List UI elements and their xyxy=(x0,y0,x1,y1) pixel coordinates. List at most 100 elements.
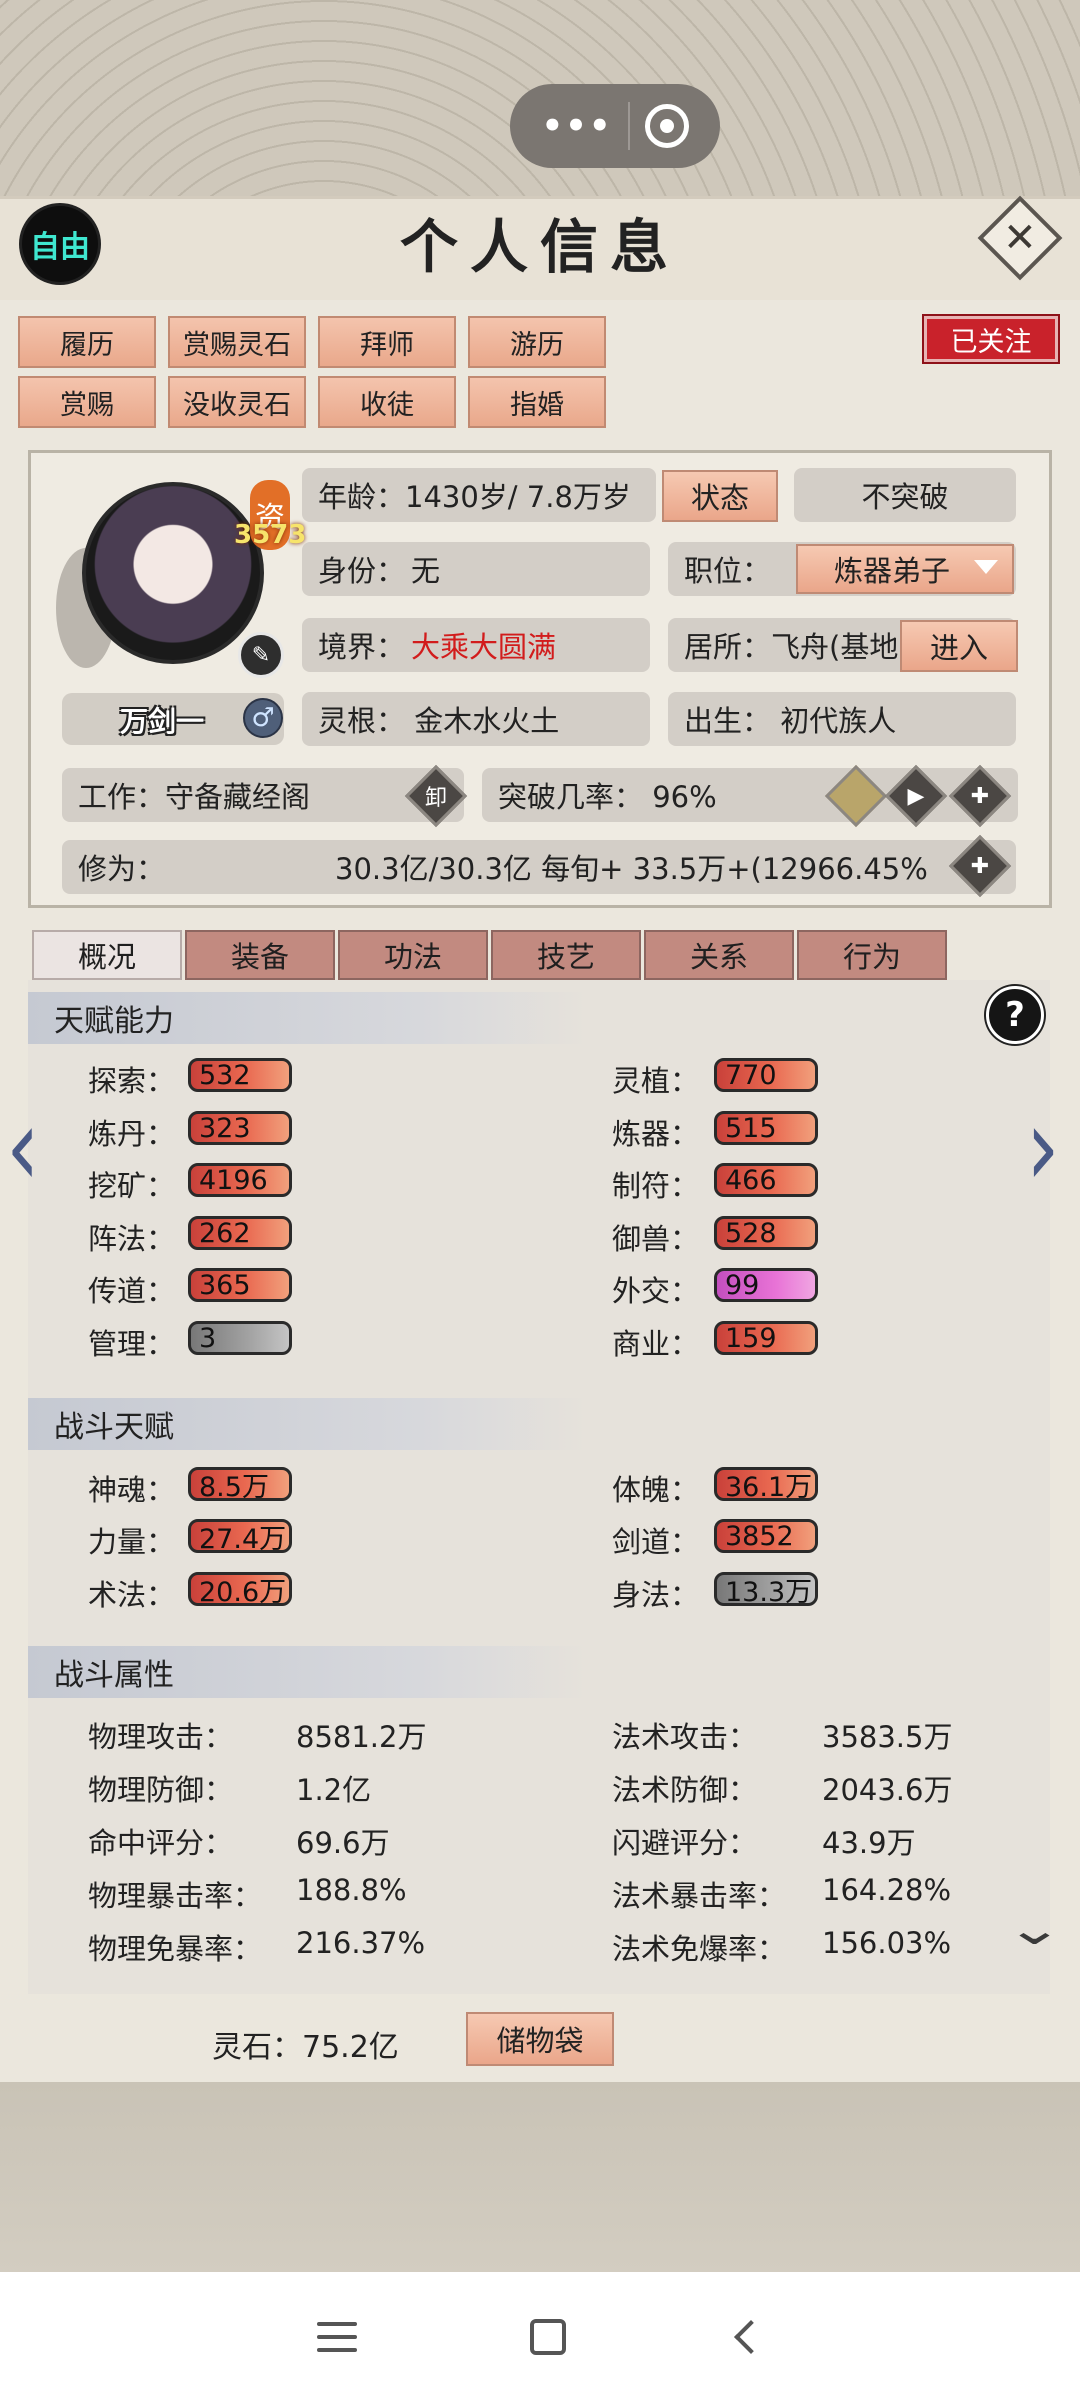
action-reward-button[interactable]: 赏赐 xyxy=(18,376,156,428)
talent-label: 管理： xyxy=(88,1327,176,1361)
combat-talent-label: 神魂： xyxy=(88,1473,176,1507)
tab-crafts[interactable]: 技艺 xyxy=(491,930,641,980)
back-icon[interactable] xyxy=(734,2319,769,2354)
attr-label: 物理免暴率： xyxy=(88,1932,263,1966)
position-select[interactable]: 炼器弟子 xyxy=(796,544,1014,594)
action-travel-button[interactable]: 游历 xyxy=(468,316,606,368)
play-icon: ▶ xyxy=(907,783,925,809)
male-icon: ♂ xyxy=(243,698,283,738)
attr-label: 法术防御： xyxy=(612,1773,758,1807)
identity-label: 身份： xyxy=(318,554,406,588)
more-icon[interactable]: ••• xyxy=(541,106,612,146)
character-name: 万剑一 xyxy=(120,705,205,738)
combat-talent-bar: 20.6万 xyxy=(188,1572,292,1608)
plus-icon: ✚ xyxy=(970,853,990,879)
attr-label: 法术暴击率： xyxy=(612,1879,787,1913)
scroll-down-icon[interactable]: ⌄ xyxy=(1005,1904,1064,1955)
combat-talent-bar: 3852 xyxy=(714,1519,818,1553)
action-apprentice-button[interactable]: 拜师 xyxy=(318,316,456,368)
talent-label: 炼器： xyxy=(612,1117,700,1151)
realm-value: 大乘大圆满 xyxy=(411,630,557,664)
cultivation-field: 修为： 30.3亿/30.3亿 每旬+ 33.5万+(12966.45% xyxy=(62,840,1016,894)
combat-talent-bar: 13.3万 xyxy=(714,1572,818,1608)
combat-talent-bar: 36.1万 xyxy=(714,1467,818,1503)
talent-bar: 4196 xyxy=(188,1163,292,1197)
tab-behavior[interactable]: 行为 xyxy=(797,930,947,980)
identity-value: 无 xyxy=(411,554,441,588)
no-breakthrough-button[interactable]: 不突破 xyxy=(794,468,1016,522)
action-reward-stone-button[interactable]: 赏赐灵石 xyxy=(168,316,306,368)
tab-equipment[interactable]: 装备 xyxy=(185,930,335,980)
tab-overview[interactable]: 概况 xyxy=(32,930,182,980)
section-talent: 天赋能力 xyxy=(28,992,588,1044)
attr-label: 物理攻击： xyxy=(88,1720,234,1754)
combat-talent-label: 剑道： xyxy=(612,1525,700,1559)
position-value: 炼器弟子 xyxy=(834,554,951,588)
menu-icon[interactable] xyxy=(316,2321,357,2352)
help-icon[interactable]: ? xyxy=(986,986,1044,1044)
cultivation-value: 30.3亿/30.3亿 每旬+ 33.5万+(12966.45% xyxy=(335,852,928,886)
attr-value: 164.28% xyxy=(822,1873,952,1907)
section-combat-talent: 战斗天赋 xyxy=(28,1398,588,1450)
edit-avatar-icon[interactable]: ✎ xyxy=(238,632,284,678)
prev-character-icon[interactable]: ‹ xyxy=(6,1083,40,1210)
tab-relations[interactable]: 关系 xyxy=(644,930,794,980)
attr-value: 156.03% xyxy=(822,1926,952,1960)
combat-talent-bar: 8.5万 xyxy=(188,1467,292,1503)
close-miniprogram-icon[interactable] xyxy=(644,104,689,148)
action-marriage-button[interactable]: 指婚 xyxy=(468,376,606,428)
home-icon[interactable] xyxy=(529,2318,566,2355)
talent-bar: 466 xyxy=(714,1163,818,1197)
talent-bar: 159 xyxy=(714,1321,818,1355)
talent-label: 商业： xyxy=(612,1327,700,1361)
talent-bar: 323 xyxy=(188,1111,292,1145)
talent-label: 阵法： xyxy=(88,1222,176,1256)
combat-talent-label: 术法： xyxy=(88,1578,176,1612)
storage-bag-button[interactable]: 储物袋 xyxy=(466,2012,614,2066)
talent-label: 探索： xyxy=(88,1064,176,1098)
section-combat-attributes: 战斗属性 xyxy=(28,1646,588,1698)
attr-label: 物理防御： xyxy=(88,1773,234,1807)
status-button[interactable]: 状态 xyxy=(662,470,778,522)
talent-bar: 365 xyxy=(188,1268,292,1302)
action-confiscate-stone-button[interactable]: 没收灵石 xyxy=(168,376,306,428)
talent-bar: 532 xyxy=(188,1058,292,1092)
attr-label: 命中评分： xyxy=(88,1826,234,1860)
enter-residence-button[interactable]: 进入 xyxy=(900,620,1018,672)
attr-label: 物理暴击率： xyxy=(88,1879,263,1913)
tab-skills[interactable]: 功法 xyxy=(338,930,488,980)
avatar[interactable] xyxy=(82,482,264,664)
spirit-stone-balance: 灵石：75.2亿 xyxy=(212,2030,399,2065)
talent-bar: 770 xyxy=(714,1058,818,1092)
aptitude-value: 3573 xyxy=(234,520,307,550)
unload-job-icon: 卸 xyxy=(424,786,447,811)
identity-field: 身份： 无 xyxy=(302,542,650,596)
next-character-icon[interactable]: › xyxy=(1026,1083,1060,1210)
realm-label: 境界： xyxy=(318,630,406,664)
follow-button[interactable]: 已关注 xyxy=(922,314,1060,364)
combat-talent-label: 身法： xyxy=(612,1578,700,1612)
birth-field: 出生： 初代族人 xyxy=(668,692,1016,746)
attr-label: 法术免爆率： xyxy=(612,1932,787,1966)
talent-label: 炼丹： xyxy=(88,1117,176,1151)
attr-value: 69.6万 xyxy=(296,1826,390,1860)
miniprogram-capsule[interactable]: ••• xyxy=(510,84,720,168)
action-take-disciple-button[interactable]: 收徒 xyxy=(318,376,456,428)
talent-bar: 262 xyxy=(188,1216,292,1250)
page-title: 个人信息 xyxy=(399,213,680,281)
attr-value: 188.8% xyxy=(296,1873,407,1907)
age-field: 年龄：1430岁/ 7.8万岁 xyxy=(302,468,656,522)
position-label: 职位： xyxy=(684,554,772,588)
scroll-decoration xyxy=(0,2082,1080,2272)
chevron-down-icon xyxy=(974,560,998,574)
android-nav-bar xyxy=(0,2272,1080,2401)
talent-label: 制符： xyxy=(612,1169,700,1203)
attr-value: 43.9万 xyxy=(822,1826,916,1860)
talent-label: 外交： xyxy=(612,1274,700,1308)
combat-talent-label: 体魄： xyxy=(612,1473,700,1507)
job-field: 工作：守备藏经阁 xyxy=(62,768,464,822)
action-history-button[interactable]: 履历 xyxy=(18,316,156,368)
combat-talent-bar: 27.4万 xyxy=(188,1519,292,1555)
attr-value: 3583.5万 xyxy=(822,1720,953,1754)
capsule-divider xyxy=(627,102,630,150)
